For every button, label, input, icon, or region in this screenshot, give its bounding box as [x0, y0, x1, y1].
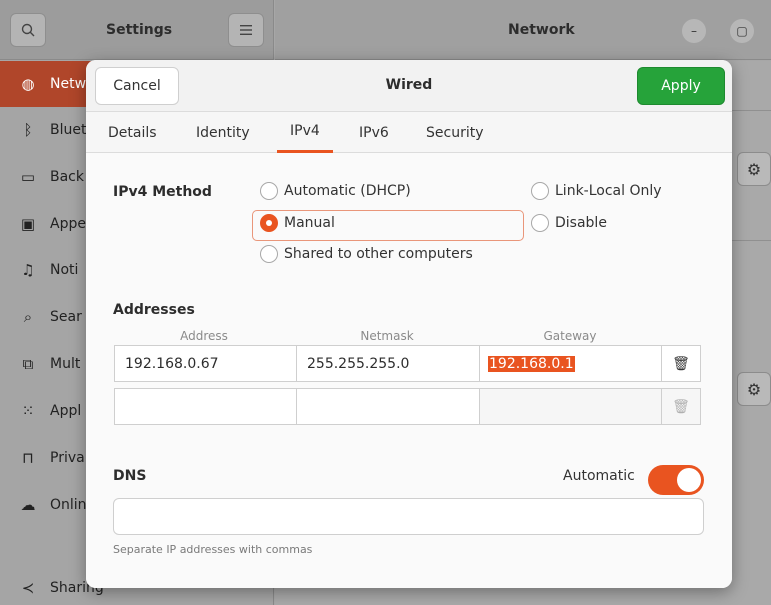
- dialog-title: Wired: [385, 77, 433, 93]
- bell-icon: ♫: [21, 261, 35, 279]
- search-button[interactable]: [10, 13, 46, 47]
- column-header-netmask: Netmask: [360, 329, 414, 343]
- network-icon: ◍: [21, 75, 35, 93]
- hamburger-icon: [240, 25, 252, 35]
- netmask-field[interactable]: 255.255.255.0: [296, 345, 480, 382]
- gear-icon: ⚙: [746, 379, 762, 399]
- ipv4-method-label: IPv4 Method: [113, 184, 212, 200]
- tab-security[interactable]: Security: [426, 112, 484, 153]
- tab-ipv6[interactable]: IPv6: [359, 112, 389, 153]
- dns-automatic-label: Automatic: [563, 468, 635, 484]
- tab-identity[interactable]: Identity: [196, 112, 250, 153]
- trash-icon: 🗑: [672, 398, 690, 415]
- apply-button[interactable]: Apply: [637, 67, 725, 105]
- radio-shared[interactable]: Shared to other computers: [260, 245, 473, 263]
- column-header-gateway: Gateway: [543, 329, 597, 343]
- dialog-header: Cancel Wired Apply: [86, 60, 732, 112]
- addresses-label: Addresses: [113, 302, 195, 318]
- search-icon: [21, 23, 35, 37]
- appearance-icon: ▣: [20, 215, 36, 233]
- tab-details[interactable]: Details: [108, 112, 157, 153]
- menu-button[interactable]: [228, 13, 264, 47]
- maximize-icon: ▢: [736, 24, 748, 38]
- background-icon: ▭: [20, 168, 36, 186]
- lock-icon: ⊓: [22, 449, 34, 467]
- radio-circle-checked: [260, 214, 278, 232]
- minimize-button[interactable]: –: [682, 19, 706, 43]
- radio-manual[interactable]: Manual: [260, 214, 335, 232]
- netmask-field[interactable]: [296, 388, 480, 425]
- sidebar-header: Settings: [0, 0, 274, 60]
- dns-automatic-switch[interactable]: [648, 465, 704, 495]
- address-field[interactable]: [114, 388, 297, 425]
- radio-automatic-dhcp[interactable]: Automatic (DHCP): [260, 182, 411, 200]
- tab-ipv4[interactable]: IPv4: [277, 112, 333, 153]
- bluetooth-icon: ᛒ: [23, 121, 33, 139]
- maximize-button[interactable]: ▢: [730, 19, 754, 43]
- address-field[interactable]: 192.168.0.67: [114, 345, 297, 382]
- divider: [730, 240, 771, 241]
- dns-hint: Separate IP addresses with commas: [113, 543, 313, 556]
- wired-dialog: Cancel Wired Apply Details Identity IPv4…: [86, 60, 732, 588]
- cloud-icon: ☁: [20, 496, 36, 514]
- radio-disable[interactable]: Disable: [531, 214, 607, 232]
- gateway-field[interactable]: [479, 388, 662, 425]
- dns-input[interactable]: [113, 498, 704, 535]
- page-title: Network: [508, 22, 575, 38]
- vpn-settings-button[interactable]: ⚙: [737, 372, 771, 406]
- radio-circle: [260, 182, 278, 200]
- dns-label: DNS: [113, 468, 147, 484]
- share-icon: ≺: [21, 578, 35, 597]
- radio-link-local[interactable]: Link-Local Only: [531, 182, 662, 200]
- radio-circle: [531, 182, 549, 200]
- apps-grid-icon: ⁙: [21, 402, 35, 420]
- radio-circle: [260, 245, 278, 263]
- divider: [730, 110, 771, 111]
- delete-row-button[interactable]: 🗑: [661, 345, 701, 382]
- column-header-address: Address: [180, 329, 228, 343]
- minimize-icon: –: [691, 24, 697, 38]
- gateway-selected-text: 192.168.0.1: [488, 355, 575, 372]
- tab-bar: Details Identity IPv4 IPv6 Security: [86, 112, 732, 153]
- search-icon: ⌕: [23, 308, 33, 326]
- sidebar-title: Settings: [106, 22, 173, 38]
- radio-circle: [531, 214, 549, 232]
- trash-icon: 🗑: [672, 355, 690, 372]
- gateway-field[interactable]: 192.168.0.1: [479, 345, 662, 382]
- delete-row-button: 🗑: [661, 388, 701, 425]
- wired-settings-button[interactable]: ⚙: [737, 152, 771, 186]
- gear-icon: ⚙: [746, 159, 762, 179]
- multitasking-icon: ⧉: [22, 355, 34, 373]
